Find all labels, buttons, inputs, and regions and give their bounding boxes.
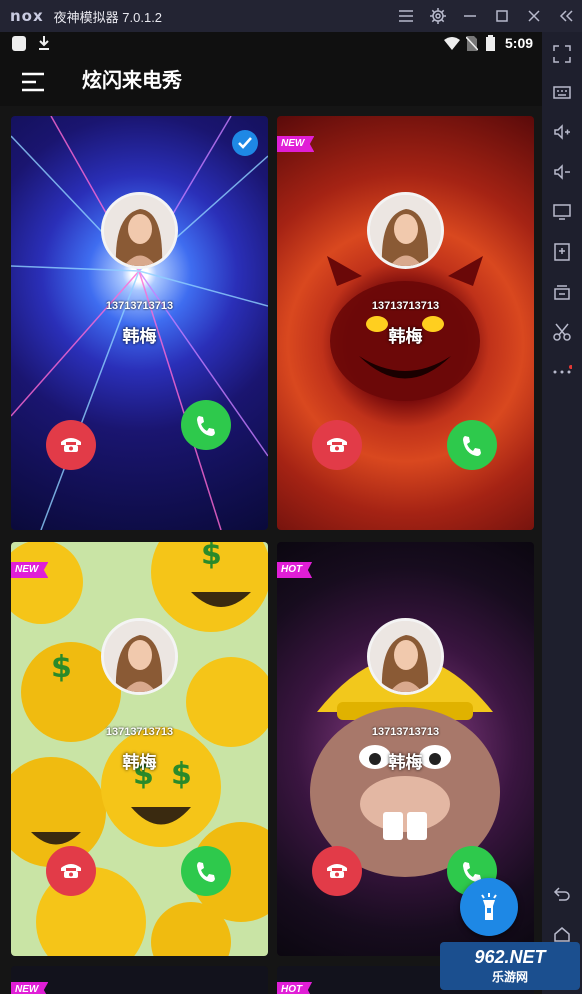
emulator-titlebar: nox 夜神模拟器 7.0.1.2	[0, 0, 582, 32]
new-badge: NEW	[11, 982, 49, 994]
download-icon	[39, 36, 49, 50]
answer-phone-icon	[197, 862, 215, 882]
caller-avatar	[367, 618, 444, 695]
screen-icon[interactable]	[550, 200, 574, 224]
caller-avatar	[101, 618, 178, 695]
svg-text:$: $	[51, 650, 72, 685]
files-icon[interactable]	[550, 280, 574, 304]
watermark-brand: 962.NET	[474, 947, 546, 967]
gear-icon[interactable]	[422, 0, 454, 32]
flashlight-fab-button[interactable]	[460, 878, 518, 936]
battery-icon	[486, 35, 495, 51]
caller-name: 韩梅	[388, 327, 423, 346]
hangup-phone-icon	[327, 864, 347, 878]
decline-call-button[interactable]	[46, 846, 96, 896]
svg-text:$: $	[201, 542, 222, 572]
wifi-icon	[444, 37, 460, 50]
caller-number: 13713713713	[105, 726, 174, 738]
caller-avatar	[367, 192, 444, 269]
decline-call-button[interactable]	[312, 420, 362, 470]
flashlight-icon	[481, 893, 497, 920]
fullscreen-icon[interactable]	[550, 42, 574, 66]
caller-number: 13713713713	[371, 726, 440, 738]
hamburger-menu-icon[interactable]	[22, 72, 44, 92]
hangup-phone-icon	[61, 864, 81, 878]
answer-call-button[interactable]	[181, 846, 231, 896]
caller-name: 韩梅	[388, 753, 423, 772]
theme-card-starburst[interactable]: 13713713713 韩梅	[11, 116, 268, 530]
volume-down-icon[interactable]	[550, 160, 574, 184]
selected-check-icon	[232, 130, 258, 156]
answer-phone-icon	[197, 416, 215, 436]
nox-logo: nox	[10, 7, 44, 25]
apk-install-icon[interactable]	[550, 240, 574, 264]
hangup-phone-icon	[61, 438, 81, 452]
theme-card-emoji-dollar[interactable]: $ $ $ $ NEW 13713713713 韩梅	[11, 542, 268, 956]
no-sim-icon	[466, 36, 478, 51]
new-badge: NEW	[11, 562, 49, 578]
theme-card-partial[interactable]: NEW	[11, 966, 268, 994]
decline-call-button[interactable]	[46, 420, 96, 470]
app-title: 炫闪来电秀	[82, 70, 182, 92]
caller-name: 韩梅	[122, 327, 157, 346]
emulator-title: 夜神模拟器 7.0.1.2	[53, 9, 163, 25]
minimize-icon[interactable]	[454, 0, 486, 32]
status-time: 5:09	[505, 35, 534, 51]
maximize-icon[interactable]	[486, 0, 518, 32]
android-screen: 5:09 炫闪来电秀 13713713713 韩梅 NEW 1371371371…	[0, 32, 542, 994]
hot-badge: HOT	[277, 982, 313, 994]
decline-call-button[interactable]	[312, 846, 362, 896]
watermark-sub: 乐游网	[491, 970, 528, 984]
emulator-side-toolbar	[542, 32, 582, 994]
hangup-phone-icon	[327, 438, 347, 452]
theme-card-devil[interactable]: NEW 13713713713 韩梅	[277, 116, 534, 530]
caller-number: 13713713713	[371, 300, 440, 312]
answer-phone-icon	[463, 436, 481, 456]
menu-icon[interactable]	[390, 0, 422, 32]
app-bar: 炫闪来电秀	[0, 56, 542, 106]
keyboard-icon[interactable]	[550, 80, 574, 104]
site-watermark: 962.NET 乐游网	[440, 942, 580, 990]
new-badge: NEW	[277, 136, 315, 152]
back-icon[interactable]	[550, 882, 574, 906]
volume-up-icon[interactable]	[550, 120, 574, 144]
answer-call-button[interactable]	[181, 400, 231, 450]
caller-name: 韩梅	[122, 753, 157, 772]
close-icon[interactable]	[518, 0, 550, 32]
status-bar: 5:09	[0, 32, 542, 56]
notification-icon	[12, 36, 26, 51]
hot-badge: HOT	[277, 562, 313, 578]
answer-call-button[interactable]	[447, 420, 497, 470]
caller-number: 13713713713	[105, 300, 174, 312]
caller-avatar	[101, 192, 178, 269]
more-icon[interactable]	[550, 358, 574, 382]
collapse-icon[interactable]	[550, 0, 582, 32]
scissors-icon[interactable]	[550, 320, 574, 344]
